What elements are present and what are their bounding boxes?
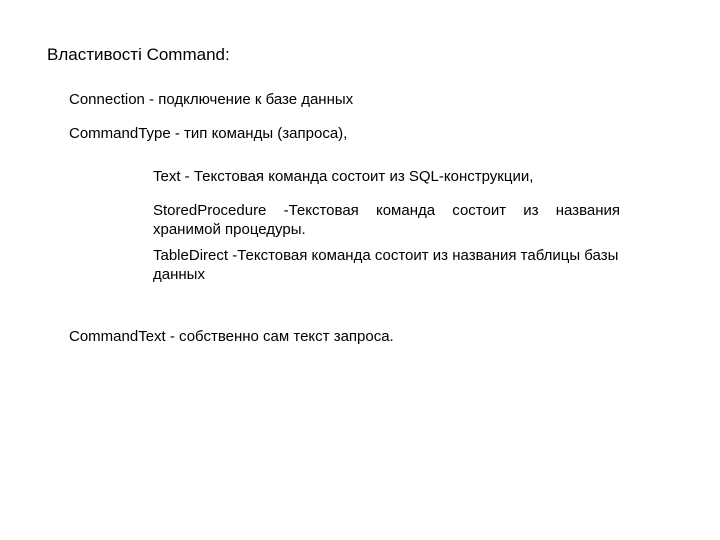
subtype-text: Text - Текстовая команда состоит из SQL-… xyxy=(153,167,620,187)
prop-commandtext: CommandText - собственно сам текст запро… xyxy=(69,327,670,347)
section-title: Властивості Command: xyxy=(47,44,670,66)
subtype-tabledirect: TableDirect -Текстовая команда состоит и… xyxy=(153,246,620,285)
prop-connection: Connection - подключение к базе данных xyxy=(69,90,670,110)
subtype-storedprocedure: StoredProcedure -Текстовая команда состо… xyxy=(153,201,620,240)
prop-commandtype: CommandType - тип команды (запроса), xyxy=(69,124,670,144)
